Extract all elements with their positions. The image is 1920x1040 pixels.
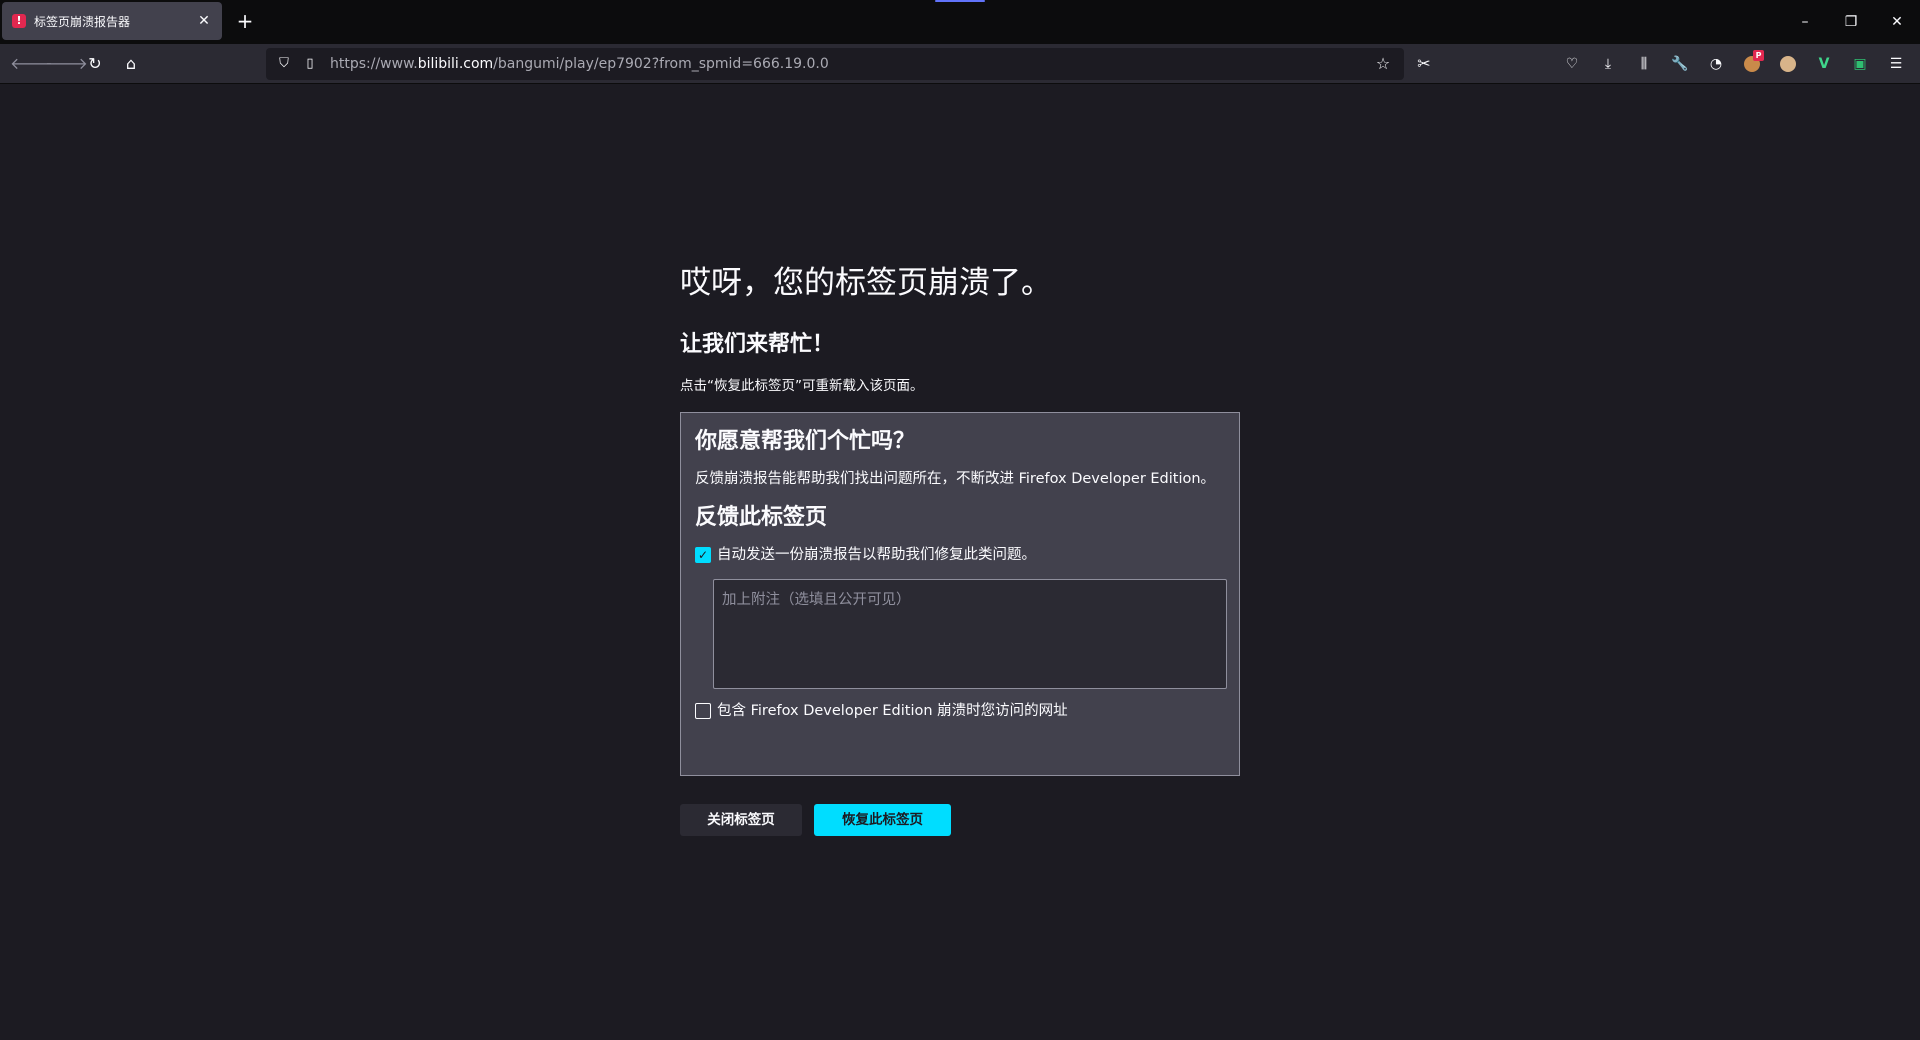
- url-bar[interactable]: ⛉ ▯ https://www.bilibili.com/bangumi/pla…: [266, 48, 1404, 80]
- include-url-option[interactable]: 包含 Firefox Developer Edition 崩溃时您访问的网址: [695, 701, 1225, 721]
- bookmark-star-icon[interactable]: ☆: [1370, 51, 1396, 77]
- auto-send-label: 自动发送一份崩溃报告以帮助我们修复此类问题。: [717, 547, 1036, 563]
- report-description: 反馈崩溃报告能帮助我们找出问题所在，不断改进 Firefox Developer…: [695, 471, 1216, 487]
- extension-avatar-icon[interactable]: P: [1734, 50, 1770, 78]
- reload-button[interactable]: ↻: [81, 50, 109, 78]
- restore-hint: 点击“恢复此标签页”可重新载入该页面。: [680, 378, 924, 394]
- forward-button[interactable]: 🡒: [45, 50, 88, 78]
- include-url-checkbox[interactable]: [695, 703, 711, 719]
- menu-icon[interactable]: ☰: [1878, 50, 1914, 78]
- back-button[interactable]: 🡐: [10, 50, 53, 78]
- url-text[interactable]: https://www.bilibili.com/bangumi/play/ep…: [330, 56, 1370, 72]
- tab-strip: ! 标签页崩溃报告器 ✕ + – ❐ ✕: [0, 0, 1920, 44]
- wrench-icon[interactable]: 🔧: [1662, 50, 1698, 78]
- download-icon[interactable]: ⤓: [1590, 50, 1626, 78]
- auto-send-option[interactable]: ✓ 自动发送一份崩溃报告以帮助我们修复此类问题。: [695, 545, 1225, 565]
- report-heading: 你愿意帮我们个忙吗？: [695, 429, 916, 454]
- toolbar-extensions: ♡ ⤓ ⫼ 🔧 ◔ P V ▣ ☰: [1554, 50, 1914, 78]
- tab-crash-reporter[interactable]: ! 标签页崩溃报告器 ✕: [2, 2, 222, 40]
- restore-button[interactable]: ❐: [1828, 0, 1874, 44]
- library-icon[interactable]: ⫼: [1626, 50, 1662, 78]
- page-subtitle: 让我们来帮忙！: [680, 332, 835, 357]
- new-tab-button[interactable]: +: [232, 8, 258, 34]
- extension-face-icon[interactable]: [1770, 50, 1806, 78]
- page-icon[interactable]: ▯: [300, 54, 320, 74]
- crash-report-box: 你愿意帮我们个忙吗？ 反馈崩溃报告能帮助我们找出问题所在，不断改进 Firefo…: [680, 412, 1240, 776]
- action-buttons: 关闭标签页 恢复此标签页: [680, 804, 1240, 836]
- screenshot-icon[interactable]: ✂: [1410, 50, 1438, 78]
- close-window-button[interactable]: ✕: [1874, 0, 1920, 44]
- navigation-toolbar: 🡐 🡒 ↻ ⌂ ⛉ ▯ https://www.bilibili.com/ban…: [0, 44, 1920, 84]
- crash-page: 哎呀，您的标签页崩溃了。 让我们来帮忙！ 点击“恢复此标签页”可重新载入该页面。…: [680, 260, 1240, 836]
- home-button[interactable]: ⌂: [117, 50, 145, 78]
- vue-devtools-icon[interactable]: V: [1806, 50, 1842, 78]
- report-tab-heading: 反馈此标签页: [695, 505, 828, 530]
- tab-accent-line: [935, 0, 985, 2]
- pocket-icon[interactable]: ♡: [1554, 50, 1590, 78]
- window-controls: – ❐ ✕: [1782, 0, 1920, 44]
- minimize-button[interactable]: –: [1782, 0, 1828, 44]
- restore-tab-button[interactable]: 恢复此标签页: [814, 804, 951, 836]
- page-title: 哎呀，您的标签页崩溃了。: [680, 265, 1052, 301]
- extension-s-icon[interactable]: ▣: [1842, 50, 1878, 78]
- clock-extension-icon[interactable]: ◔: [1698, 50, 1734, 78]
- close-tab-icon[interactable]: ✕: [194, 11, 214, 31]
- close-tab-button[interactable]: 关闭标签页: [680, 804, 802, 836]
- comment-input[interactable]: 加上附注（选填且公开可见）: [713, 579, 1227, 689]
- tab-title: 标签页崩溃报告器: [34, 14, 131, 29]
- include-url-label: 包含 Firefox Developer Edition 崩溃时您访问的网址: [717, 703, 1068, 719]
- auto-send-checkbox[interactable]: ✓: [695, 547, 711, 563]
- warning-icon: !: [12, 14, 26, 28]
- shield-icon[interactable]: ⛉: [274, 54, 294, 74]
